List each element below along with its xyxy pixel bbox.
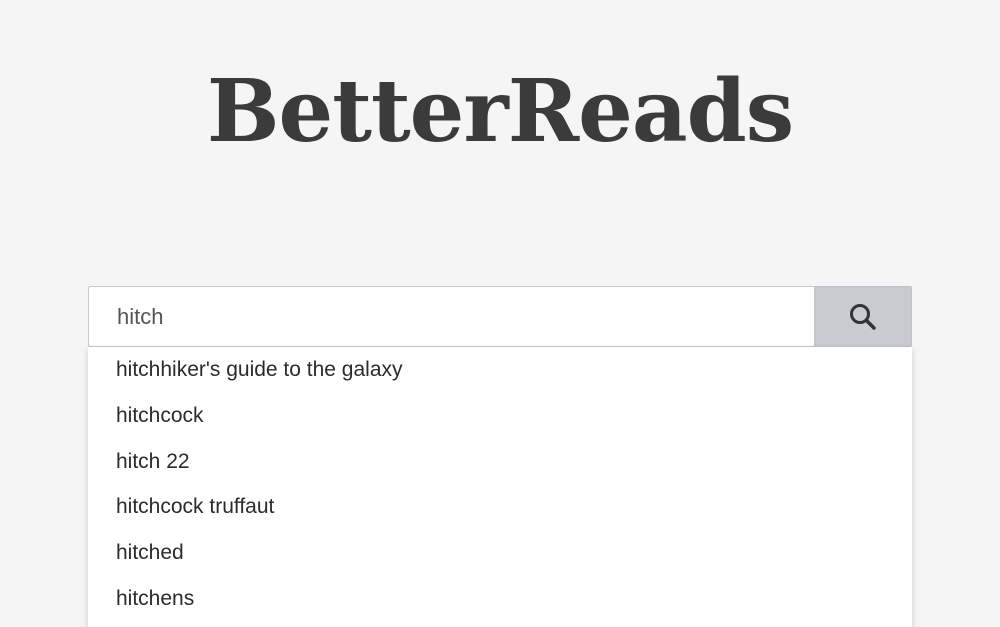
suggestion-item[interactable]: hitchhiker's guide to the galaxy — [88, 347, 912, 393]
suggestions-dropdown: hitchhiker's guide to the galaxy hitchco… — [88, 347, 912, 627]
suggestion-item[interactable]: hitchcock truffaut — [88, 484, 912, 530]
search-input-wrapper[interactable] — [88, 286, 814, 347]
search-input[interactable] — [117, 303, 814, 330]
app-logo: BetterReads — [206, 61, 794, 162]
suggestion-item[interactable]: hitched — [88, 530, 912, 576]
search-bar — [88, 286, 912, 347]
suggestion-item[interactable]: hitch 22 — [88, 439, 912, 485]
search-icon — [850, 303, 876, 330]
search-button[interactable] — [814, 286, 912, 347]
suggestion-item[interactable]: hitchcock — [88, 393, 912, 439]
suggestion-item[interactable]: hitchens — [88, 576, 912, 622]
